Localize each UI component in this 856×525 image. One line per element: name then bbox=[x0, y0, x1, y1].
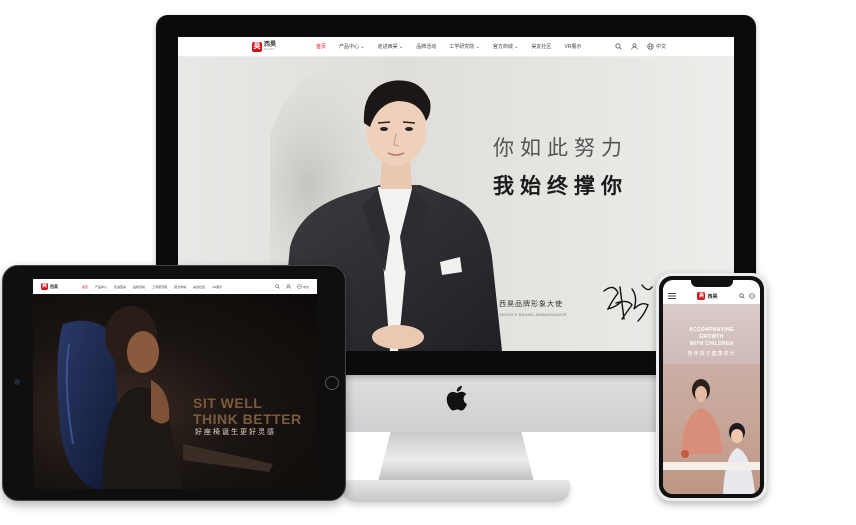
globe-icon bbox=[297, 284, 302, 289]
search-icon[interactable] bbox=[739, 293, 745, 299]
language-label: 中文 bbox=[655, 44, 666, 50]
tablet-top-nav: 昊 西昊 首页 产品中心 走进西昊 品牌活动 工学研究院 官方商城 昊友社区 V… bbox=[33, 279, 317, 294]
phone-hero-line-3: WITH CHILDREN bbox=[689, 341, 734, 347]
nav-item-vr[interactable]: VR展示 bbox=[212, 285, 222, 289]
tablet-nav-icons: 中文 bbox=[275, 284, 309, 289]
iphone-frame: 昊 西昊 ACCOMPANYING GROWTH WITH CHILDREN 陪… bbox=[656, 273, 767, 501]
nav-item-ergonomics-institute[interactable]: 工学研究院 bbox=[152, 285, 167, 289]
nav-item-ergonomics-institute[interactable]: 工学研究院 ⌄ bbox=[449, 43, 480, 50]
handwritten-signature-image bbox=[603, 284, 653, 322]
logo-cn: 西昊 bbox=[50, 283, 58, 289]
logo-mark-icon: 昊 bbox=[252, 41, 262, 52]
tablet-website-screen: 昊 西昊 首页 产品中心 走进西昊 品牌活动 工学研究院 官方商城 昊友社区 V… bbox=[33, 279, 317, 489]
phone-top-nav: 昊 西昊 bbox=[663, 288, 760, 304]
logo-cn: 西昊 bbox=[707, 293, 718, 300]
ambassador-title-cn: 西昊品牌形象大使 bbox=[499, 301, 563, 308]
ipad-camera bbox=[14, 379, 20, 385]
logo-mark-icon: 昊 bbox=[41, 283, 48, 290]
nav-item-official-store[interactable]: 官方商城 ⌄ bbox=[493, 43, 519, 50]
logo-text: 西昊 SIHOO bbox=[264, 42, 276, 51]
user-icon[interactable] bbox=[631, 43, 638, 50]
phone-logo[interactable]: 昊 西昊 bbox=[697, 292, 718, 300]
apple-logo-icon bbox=[446, 385, 467, 411]
hamburger-menu-icon[interactable] bbox=[668, 293, 676, 299]
tablet-hero-title-line-2: THINK BETTER bbox=[193, 411, 302, 427]
tablet-nav-items: 首页 产品中心 走进西昊 品牌活动 工学研究院 官方商城 昊友社区 VR展示 bbox=[82, 285, 222, 289]
ipad-home-button[interactable] bbox=[325, 376, 339, 390]
phone-website-screen: 昊 西昊 ACCOMPANYING GROWTH WITH CHILDREN 陪… bbox=[663, 280, 760, 494]
nav-item-community[interactable]: 昊友社区 bbox=[193, 285, 205, 289]
ambassador-caption: 西昊品牌形象大使 SIHOO'S BRAND AMBASSADOR bbox=[499, 299, 567, 317]
phone-hero-subtitle: 陪伴孩子健康成长 bbox=[687, 351, 736, 357]
woman-on-chair-image bbox=[57, 306, 273, 489]
logo-en: SIHOO bbox=[264, 47, 276, 51]
tablet-hero-banner: SIT WELL THINK BETTER 好座椅诞生更好灵感 bbox=[33, 294, 317, 489]
ambassador-title-en: SIHOO'S BRAND AMBASSADOR bbox=[499, 312, 567, 317]
nav-item-home[interactable]: 首页 bbox=[316, 43, 326, 50]
phone-hero-banner: ACCOMPANYING GROWTH WITH CHILDREN 陪伴孩子健康… bbox=[663, 304, 760, 494]
slogan-line-1: 你如此努力 bbox=[493, 136, 628, 160]
iphone-bezel: 昊 西昊 ACCOMPANYING GROWTH WITH CHILDREN 陪… bbox=[659, 276, 764, 498]
nav-item-community[interactable]: 昊友社区 bbox=[531, 43, 551, 50]
language-switch[interactable]: 中文 bbox=[297, 284, 309, 289]
nav-item-products[interactable]: 产品中心 bbox=[95, 285, 107, 289]
imac-stand-base bbox=[342, 480, 570, 502]
globe-icon bbox=[647, 43, 654, 50]
language-label: 中文 bbox=[302, 284, 309, 289]
tablet-hero-title-line-1: SIT WELL bbox=[193, 395, 263, 411]
logo-mark-icon: 昊 bbox=[697, 292, 706, 300]
nav-item-vr[interactable]: VR展示 bbox=[564, 43, 581, 50]
desktop-logo[interactable]: 昊 西昊 SIHOO bbox=[252, 41, 276, 52]
desktop-nav-icons: 中文 bbox=[615, 43, 666, 50]
globe-icon[interactable] bbox=[749, 293, 755, 299]
hero-slogan: 你如此努力 我始终撑你 bbox=[493, 132, 628, 200]
nav-item-home[interactable]: 首页 bbox=[82, 285, 88, 289]
phone-nav-icons bbox=[739, 293, 755, 299]
nav-item-brand-events[interactable]: 品牌活动 bbox=[416, 43, 436, 50]
iphone-notch bbox=[691, 280, 733, 287]
search-icon[interactable] bbox=[275, 284, 280, 289]
user-icon[interactable] bbox=[286, 284, 291, 289]
phone-hero-line-1: ACCOMPANYING bbox=[689, 327, 734, 333]
logo-text: 西昊 bbox=[50, 283, 58, 289]
phone-hero-line-2: GROWTH bbox=[699, 334, 724, 340]
ipad-frame: 昊 西昊 首页 产品中心 走进西昊 品牌活动 工学研究院 官方商城 昊友社区 V… bbox=[2, 265, 346, 501]
slogan-line-2: 我始终撑你 bbox=[493, 174, 628, 198]
nav-item-official-store[interactable]: 官方商城 bbox=[174, 285, 186, 289]
tablet-hero-subtitle: 好座椅诞生更好灵感 bbox=[195, 429, 276, 436]
desktop-nav-items: 首页 产品中心 ⌄ 走进西昊 ⌄ 品牌活动 工学研究院 ⌄ 官方商城 ⌄ 昊友社… bbox=[316, 43, 581, 50]
imac-stand-neck bbox=[378, 432, 534, 482]
desktop-top-nav: 昊 西昊 SIHOO 首页 产品中心 ⌄ 走进西昊 ⌄ 品牌活动 工学研究院 ⌄… bbox=[178, 37, 734, 57]
tablet-logo[interactable]: 昊 西昊 bbox=[41, 283, 58, 290]
search-icon[interactable] bbox=[615, 43, 622, 50]
nav-item-brand-events[interactable]: 品牌活动 bbox=[133, 285, 145, 289]
language-switch[interactable]: 中文 bbox=[647, 43, 666, 50]
nav-item-products[interactable]: 产品中心 ⌄ bbox=[339, 43, 365, 50]
nav-item-about[interactable]: 走进西昊 bbox=[114, 285, 126, 289]
nav-item-about[interactable]: 走进西昊 ⌄ bbox=[378, 43, 404, 50]
device-mockup-stage: 昊 西昊 SIHOO 首页 产品中心 ⌄ 走进西昊 ⌄ 品牌活动 工学研究院 ⌄… bbox=[0, 0, 856, 525]
